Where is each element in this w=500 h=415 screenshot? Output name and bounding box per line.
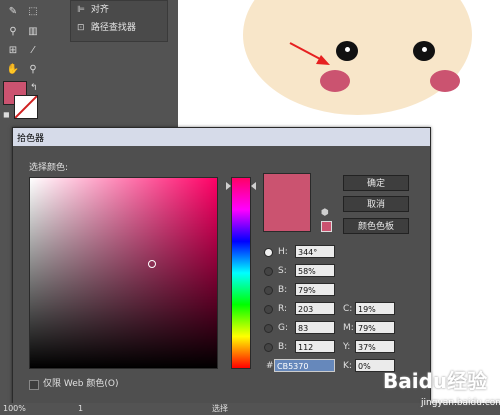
watermark-url: jingyan.baidu.com bbox=[421, 398, 500, 408]
cancel-button[interactable]: 取消 bbox=[343, 196, 409, 212]
web-safe-swatch[interactable] bbox=[321, 221, 332, 232]
g-radio[interactable] bbox=[264, 324, 273, 333]
new-color-preview bbox=[263, 173, 311, 232]
b-radio[interactable] bbox=[264, 286, 273, 295]
hex-label: # bbox=[266, 361, 274, 371]
hex-row: # CB5370 bbox=[264, 359, 344, 373]
s-label: S: bbox=[278, 266, 287, 276]
m-row: M: 79% bbox=[343, 321, 413, 335]
c-field[interactable]: 19% bbox=[355, 302, 395, 315]
k-label: K: bbox=[343, 361, 352, 371]
blue-row: B: 112 bbox=[264, 340, 344, 354]
b-label: B: bbox=[278, 285, 288, 295]
s-field[interactable]: 58% bbox=[295, 264, 335, 277]
blue-field[interactable]: 112 bbox=[295, 340, 335, 353]
s-radio[interactable] bbox=[264, 267, 273, 276]
s-row: S: 58% bbox=[264, 264, 344, 278]
g-row: G: 83 bbox=[264, 321, 344, 335]
h-row: H: 344° bbox=[264, 245, 344, 259]
y-label: Y: bbox=[343, 342, 351, 352]
web-only-checkbox[interactable] bbox=[29, 380, 39, 390]
b-row: B: 79% bbox=[264, 283, 344, 297]
color-swatches-button[interactable]: 颜色色板 bbox=[343, 218, 409, 234]
select-color-label: 选择颜色: bbox=[29, 163, 69, 173]
color-cursor[interactable] bbox=[148, 260, 156, 268]
zoom-level[interactable]: 100% bbox=[3, 404, 26, 414]
h-radio[interactable] bbox=[264, 248, 273, 257]
color-picker-dialog: 拾色器 选择颜色: ⬢ 确定 取消 颜色色板 H: 344° S: 58% B:… bbox=[12, 127, 431, 406]
hex-field[interactable]: CB5370 bbox=[274, 359, 335, 372]
watermark: Baidu经验 jingyan.baidu.com bbox=[383, 365, 500, 411]
g-label: G: bbox=[278, 323, 289, 333]
h-label: H: bbox=[278, 247, 288, 257]
dialog-title: 拾色器 bbox=[17, 134, 45, 144]
dialog-titlebar[interactable]: 拾色器 bbox=[13, 128, 430, 146]
r-row: R: 203 bbox=[264, 302, 344, 316]
y-field[interactable]: 37% bbox=[355, 340, 395, 353]
hue-slider-right-arrow[interactable] bbox=[251, 182, 256, 190]
saturation-brightness-field[interactable] bbox=[29, 177, 218, 369]
page-number[interactable]: 1 bbox=[78, 404, 83, 414]
r-field[interactable]: 203 bbox=[295, 302, 335, 315]
m-field[interactable]: 79% bbox=[355, 321, 395, 334]
ok-button[interactable]: 确定 bbox=[343, 175, 409, 191]
hue-slider[interactable] bbox=[231, 177, 251, 369]
g-field[interactable]: 83 bbox=[295, 321, 335, 334]
out-of-gamut-icon[interactable]: ⬢ bbox=[321, 208, 331, 218]
m-label: M: bbox=[343, 323, 354, 333]
c-row: C: 19% bbox=[343, 302, 413, 316]
watermark-logo: Baidu经验 bbox=[383, 369, 488, 393]
blue-label: B: bbox=[278, 342, 288, 352]
r-label: R: bbox=[278, 304, 288, 314]
status-mode: 选择 bbox=[212, 404, 228, 413]
r-radio[interactable] bbox=[264, 305, 273, 314]
y-row: Y: 37% bbox=[343, 340, 413, 354]
h-field[interactable]: 344° bbox=[295, 245, 335, 258]
blue-radio[interactable] bbox=[264, 343, 273, 352]
c-label: C: bbox=[343, 304, 353, 314]
web-only-label: 仅限 Web 颜色(O) bbox=[43, 379, 119, 389]
b-field[interactable]: 79% bbox=[295, 283, 335, 296]
